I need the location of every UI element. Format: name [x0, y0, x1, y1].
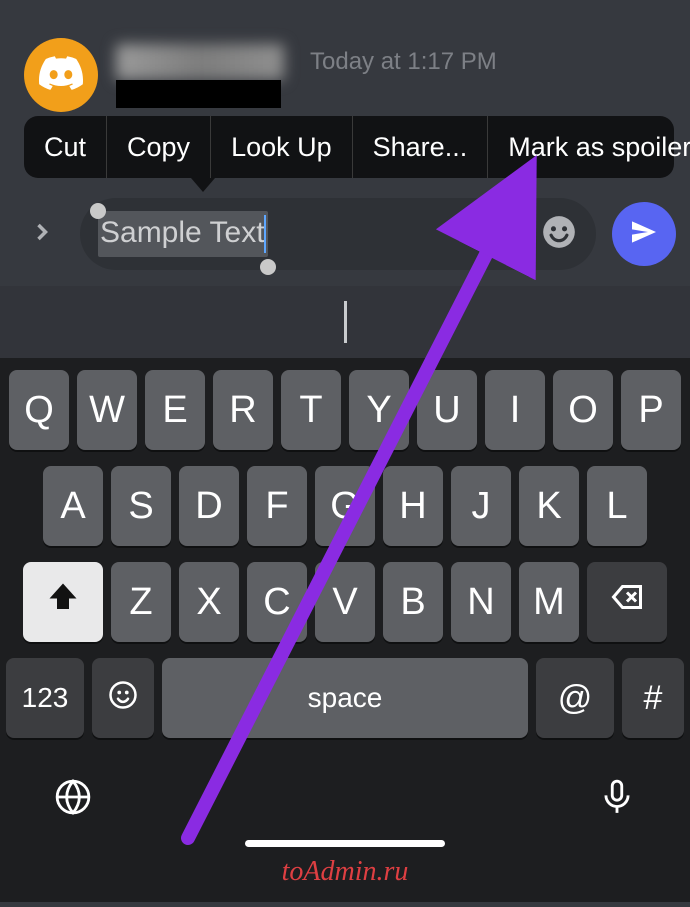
key-j[interactable]: J — [451, 466, 511, 546]
key-m[interactable]: M — [519, 562, 579, 642]
key-w[interactable]: W — [77, 370, 137, 450]
key-e[interactable]: E — [145, 370, 205, 450]
key-f[interactable]: F — [247, 466, 307, 546]
key-space[interactable]: space — [162, 658, 528, 738]
key-x[interactable]: X — [179, 562, 239, 642]
key-u[interactable]: U — [417, 370, 477, 450]
send-button[interactable] — [612, 202, 676, 266]
key-y[interactable]: Y — [349, 370, 409, 450]
key-g[interactable]: G — [315, 466, 375, 546]
autocomplete-strip[interactable] — [0, 286, 690, 358]
key-v[interactable]: V — [315, 562, 375, 642]
message-content-redacted — [116, 80, 281, 108]
autocomplete-caret-icon — [344, 301, 347, 343]
discord-logo-icon — [39, 51, 83, 100]
globe-icon — [54, 778, 92, 821]
key-k[interactable]: K — [519, 466, 579, 546]
message-header: Today at 1:17 PM — [0, 0, 690, 112]
input-text: Sample Text — [100, 216, 265, 249]
shift-icon — [45, 579, 81, 625]
chevron-right-icon — [28, 218, 56, 251]
keyboard-bottom-bar — [6, 754, 684, 840]
key-backspace[interactable] — [587, 562, 667, 642]
expand-button[interactable] — [20, 212, 64, 256]
onscreen-keyboard: Q W E R T Y U I O P A S D F G H J K L Z … — [0, 358, 690, 902]
key-numbers[interactable]: 123 — [6, 658, 84, 738]
menu-share[interactable]: Share... — [353, 116, 489, 178]
key-p[interactable]: P — [621, 370, 681, 450]
microphone-icon — [598, 778, 636, 821]
key-z[interactable]: Z — [111, 562, 171, 642]
key-dictation[interactable] — [596, 778, 638, 820]
message-input-row: Sample Text — [0, 198, 690, 270]
emoji-icon — [108, 677, 138, 720]
smile-icon — [540, 238, 578, 255]
selection-handle-start-icon[interactable] — [90, 203, 106, 219]
key-row-2: A S D F G H J K L — [6, 466, 684, 546]
message-input[interactable]: Sample Text — [80, 198, 596, 270]
key-at[interactable]: @ — [536, 658, 614, 738]
key-a[interactable]: A — [43, 466, 103, 546]
key-d[interactable]: D — [179, 466, 239, 546]
key-n[interactable]: N — [451, 562, 511, 642]
key-r[interactable]: R — [213, 370, 273, 450]
key-s[interactable]: S — [111, 466, 171, 546]
key-row-1: Q W E R T Y U I O P — [6, 370, 684, 450]
text-caret-icon — [264, 215, 266, 253]
key-l[interactable]: L — [587, 466, 647, 546]
key-i[interactable]: I — [485, 370, 545, 450]
key-c[interactable]: C — [247, 562, 307, 642]
username-blurred — [116, 44, 284, 80]
key-t[interactable]: T — [281, 370, 341, 450]
key-q[interactable]: Q — [9, 370, 69, 450]
key-o[interactable]: O — [553, 370, 613, 450]
menu-look-up[interactable]: Look Up — [211, 116, 353, 178]
emoji-picker-button[interactable] — [540, 213, 578, 256]
menu-mark-as-spoiler[interactable]: Mark as spoiler — [488, 116, 690, 178]
key-globe[interactable] — [52, 778, 94, 820]
text-context-menu: Cut Copy Look Up Share... Mark as spoile… — [24, 116, 674, 178]
key-h[interactable]: H — [383, 466, 443, 546]
send-icon — [628, 216, 660, 253]
key-shift[interactable] — [23, 562, 103, 642]
key-hash[interactable]: # — [622, 658, 684, 738]
backspace-icon — [609, 579, 645, 625]
menu-cut[interactable]: Cut — [24, 116, 107, 178]
watermark: toAdmin.ru — [282, 856, 409, 888]
key-b[interactable]: B — [383, 562, 443, 642]
menu-tail-icon — [191, 178, 215, 192]
menu-copy[interactable]: Copy — [107, 116, 211, 178]
home-indicator[interactable] — [245, 840, 445, 847]
key-row-4: 123 space @ # — [6, 658, 684, 738]
key-row-3: Z X C V B N M — [6, 562, 684, 642]
selected-text: Sample Text — [98, 211, 268, 257]
message-timestamp: Today at 1:17 PM — [310, 48, 497, 76]
selection-handle-end-icon[interactable] — [260, 259, 276, 275]
avatar[interactable] — [24, 38, 98, 112]
key-emoji[interactable] — [92, 658, 154, 738]
